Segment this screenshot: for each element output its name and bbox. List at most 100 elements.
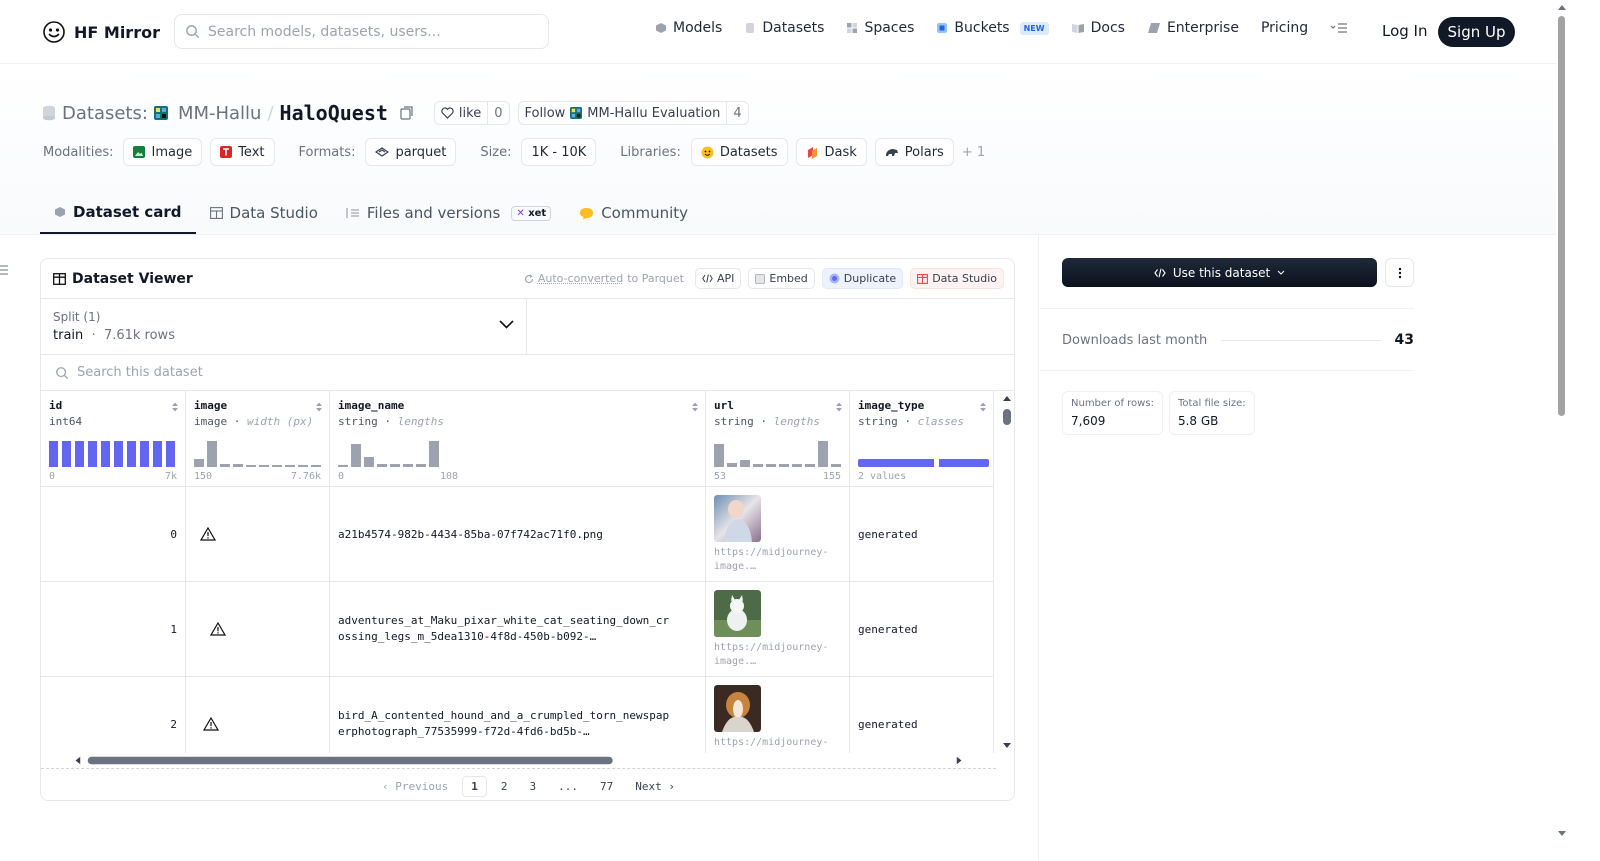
library-dask-tag[interactable]: Dask: [795, 138, 867, 166]
histogram-bar[interactable]: [311, 465, 321, 467]
histogram-bar[interactable]: [403, 464, 413, 467]
histogram-bar[interactable]: [338, 465, 348, 467]
vertical-scrollbar[interactable]: [999, 391, 1015, 753]
histogram-bar[interactable]: [818, 441, 828, 467]
more-options-button[interactable]: [1385, 258, 1414, 287]
table-cell[interactable]: https://midjourney-image.…: [706, 582, 849, 677]
more-libraries[interactable]: + 1: [962, 145, 985, 160]
api-button[interactable]: API: [694, 268, 742, 289]
table-cell[interactable]: bird_A_contented_hound_and_a_crumpled_to…: [330, 677, 705, 753]
format-parquet-tag[interactable]: parquet: [365, 138, 457, 166]
table-cell[interactable]: 2: [41, 677, 185, 753]
histogram-bar[interactable]: [285, 465, 295, 467]
dataset-search-input[interactable]: [77, 365, 477, 380]
histogram-bar[interactable]: [792, 464, 802, 467]
signup-button[interactable]: Sign Up: [1438, 17, 1515, 47]
table-cell[interactable]: https://midjourney-: [706, 677, 849, 753]
auto-converted-link[interactable]: Auto-converted: [538, 272, 623, 285]
column-header[interactable]: image image · width (px) 150 7.76k: [186, 391, 329, 487]
page-scrollbar[interactable]: [1556, 0, 1568, 861]
table-cell[interactable]: https://midjourney-image.…: [706, 487, 849, 582]
modality-image-tag[interactable]: Image: [123, 138, 203, 166]
sort-icon[interactable]: [691, 401, 699, 413]
histogram-bar[interactable]: [364, 457, 374, 467]
data-studio-button[interactable]: Data Studio: [910, 268, 1004, 289]
pagination-next[interactable]: Next ›: [627, 777, 683, 796]
histogram-bar[interactable]: [233, 464, 243, 467]
table-cell[interactable]: [186, 582, 329, 677]
sort-icon[interactable]: [979, 401, 987, 413]
sort-icon[interactable]: [171, 401, 179, 413]
library-datasets-tag[interactable]: Datasets: [690, 138, 788, 166]
table-cell[interactable]: generated: [850, 487, 993, 582]
histogram-bar[interactable]: [194, 459, 204, 467]
histogram-bar[interactable]: [390, 464, 400, 467]
histogram-bar[interactable]: [207, 441, 217, 467]
copy-icon[interactable]: [400, 106, 414, 120]
histogram-bar[interactable]: [114, 441, 123, 467]
repo-type-label[interactable]: Datasets:: [62, 103, 148, 124]
histogram-bar[interactable]: [753, 464, 763, 467]
library-polars-tag[interactable]: Polars: [874, 138, 954, 166]
sort-icon[interactable]: [315, 401, 323, 413]
histogram-bar[interactable]: [714, 444, 724, 467]
histogram-bar[interactable]: [153, 441, 162, 467]
histogram-bar[interactable]: [351, 444, 361, 467]
histogram-bar[interactable]: [166, 441, 175, 467]
histogram-bar[interactable]: [127, 441, 136, 467]
thumbnail-image[interactable]: [714, 685, 761, 732]
class-bar-segment[interactable]: [858, 459, 934, 467]
tab-data-studio[interactable]: Data Studio: [196, 192, 332, 234]
histogram-bar[interactable]: [377, 464, 387, 467]
table-cell[interactable]: generated: [850, 582, 993, 677]
histogram-bar[interactable]: [416, 464, 426, 467]
use-dataset-button[interactable]: Use this dataset: [1062, 258, 1377, 287]
histogram-bar[interactable]: [727, 463, 737, 467]
histogram-bar[interactable]: [220, 464, 230, 467]
column-header[interactable]: id int64 0 7k: [41, 391, 185, 487]
nav-docs[interactable]: Docs: [1071, 20, 1125, 36]
histogram-bar[interactable]: [75, 441, 84, 467]
column-header[interactable]: image_name string · lengths 0 108: [330, 391, 705, 487]
dataset-search[interactable]: [41, 355, 1014, 391]
pagination-prev[interactable]: ‹ Previous: [374, 777, 456, 796]
modality-text-tag[interactable]: Text: [210, 138, 275, 166]
tab-files-versions[interactable]: Files and versions ✕ xet: [332, 192, 565, 234]
nav-models[interactable]: Models: [655, 20, 722, 36]
nav-buckets[interactable]: Buckets NEW: [936, 20, 1049, 36]
histogram-bar[interactable]: [88, 441, 97, 467]
class-bar-segment[interactable]: [939, 459, 989, 467]
histogram-bar[interactable]: [740, 460, 750, 467]
split-select[interactable]: Split (1) train · 7.61k rows: [41, 299, 527, 355]
tab-community[interactable]: Community: [565, 192, 702, 234]
histogram-bar[interactable]: [831, 464, 841, 467]
table-cell[interactable]: [186, 487, 329, 582]
histogram-bar[interactable]: [805, 464, 815, 467]
global-search-input[interactable]: [208, 23, 528, 40]
table-cell[interactable]: adventures_at_Maku_pixar_white_cat_seati…: [330, 582, 705, 677]
histogram-bar[interactable]: [246, 465, 256, 467]
nav-pricing[interactable]: Pricing: [1261, 20, 1308, 36]
url-text[interactable]: https://midjourney-: [714, 546, 828, 560]
thumbnail-image[interactable]: [714, 495, 761, 542]
histogram-bar[interactable]: [429, 441, 439, 467]
histogram-bar[interactable]: [298, 465, 308, 467]
url-text[interactable]: https://midjourney-: [714, 736, 828, 750]
horizontal-scrollbar[interactable]: [41, 753, 996, 769]
repo-name[interactable]: HaloQuest: [280, 101, 388, 125]
column-header[interactable]: url string · lengths 53 155: [706, 391, 849, 487]
histogram-bar[interactable]: [272, 465, 282, 467]
histogram-bar[interactable]: [259, 465, 269, 467]
table-cell[interactable]: [186, 677, 329, 753]
page-link[interactable]: 2: [493, 777, 516, 796]
histogram-bar[interactable]: [779, 464, 789, 467]
brand-link[interactable]: HF Mirror: [42, 20, 160, 44]
nav-spaces[interactable]: Spaces: [846, 20, 914, 36]
nav-more-menu[interactable]: [1330, 22, 1348, 34]
histogram-bar[interactable]: [101, 441, 110, 467]
follow-button[interactable]: Follow MM-Hallu Evaluation 4: [517, 101, 749, 125]
histogram-bar[interactable]: [766, 464, 776, 467]
global-search[interactable]: [174, 14, 549, 49]
url-text[interactable]: https://midjourney-: [714, 641, 828, 655]
table-cell[interactable]: 1: [41, 582, 185, 677]
